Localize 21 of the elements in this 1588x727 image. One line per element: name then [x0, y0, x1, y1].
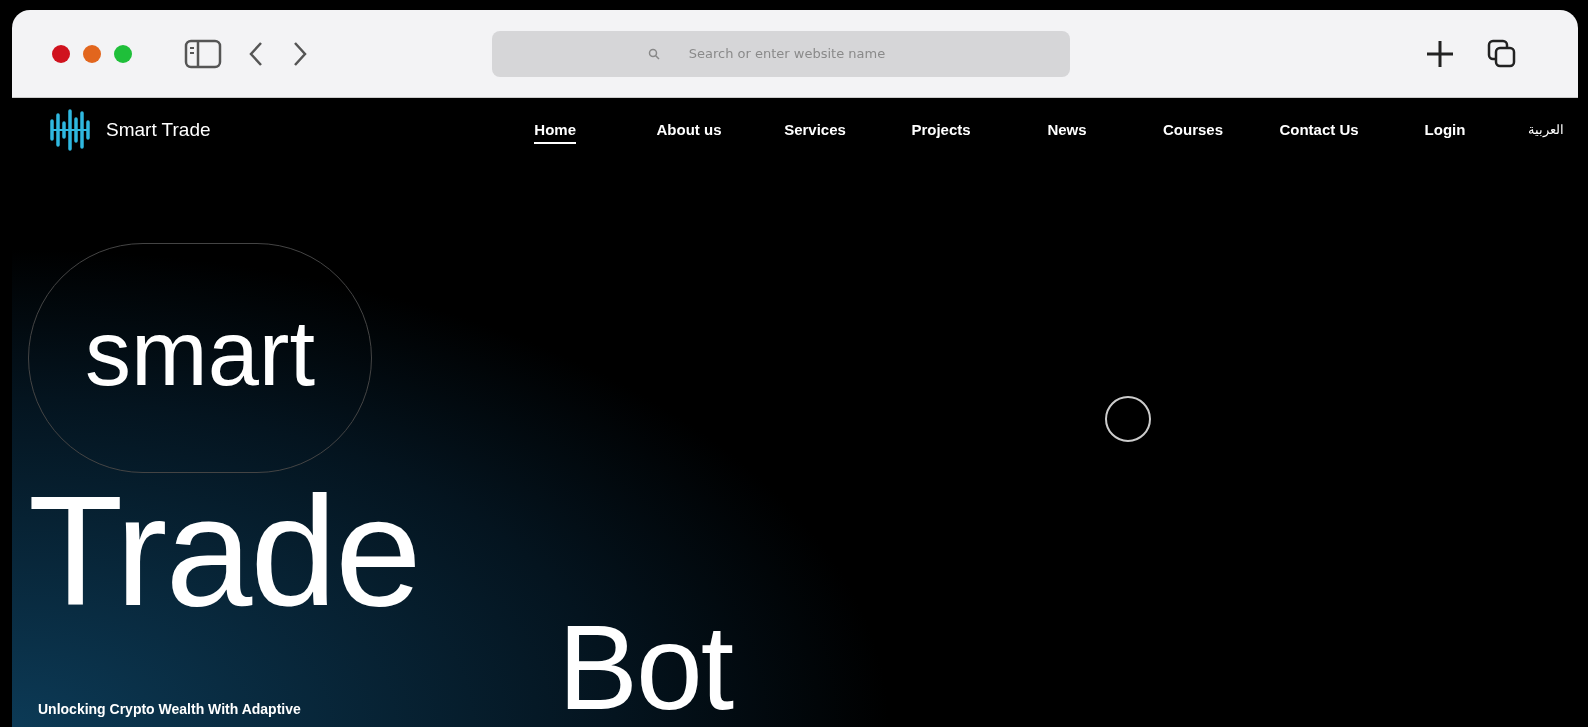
minimize-icon[interactable] — [83, 44, 101, 63]
tabs-overview-icon[interactable] — [1486, 37, 1518, 70]
nav-link[interactable]: About us — [626, 116, 752, 144]
brand-name[interactable]: Smart Trade — [106, 119, 211, 141]
language-link[interactable]: العربية — [1528, 117, 1564, 143]
search-icon — [648, 47, 660, 60]
nav-link[interactable]: Home — [534, 116, 576, 144]
sidebar-icon[interactable] — [184, 38, 222, 69]
nav-link[interactable]: Contact Us — [1256, 116, 1382, 144]
hero-word: smart — [85, 307, 315, 406]
hero-subtitle: Unlocking Crypto Wealth With Adaptive — [37, 701, 302, 717]
cursor-ring-icon — [1105, 396, 1151, 442]
nav-link[interactable]: Projects — [878, 116, 1004, 144]
nav-link[interactable]: Services — [752, 116, 878, 144]
nav-link[interactable]: Login — [1382, 116, 1508, 144]
hero-title: Bot — [558, 607, 733, 727]
nav-link[interactable]: News — [1004, 116, 1130, 144]
hero-title: Trade — [28, 473, 421, 629]
address-field[interactable]: Search or enter website name — [492, 30, 1070, 77]
nav-link[interactable]: Courses — [1130, 116, 1256, 144]
close-icon[interactable] — [52, 44, 70, 63]
